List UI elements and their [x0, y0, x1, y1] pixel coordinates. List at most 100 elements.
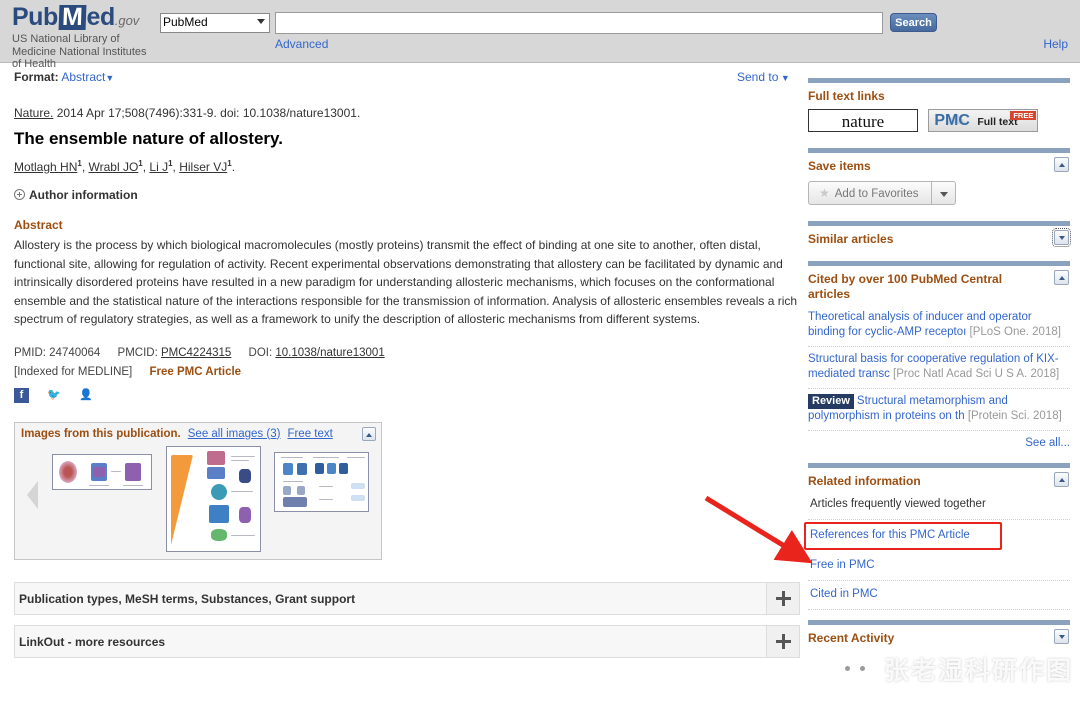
save-items-section: Save items ★ Add to Favorites [808, 148, 1070, 205]
cited-by-see-all-link[interactable]: See all... [808, 431, 1070, 449]
figure-thumbnail[interactable] [52, 453, 152, 490]
favorites-dropdown-button[interactable] [931, 181, 956, 205]
doi-link[interactable]: 10.1038/nature13001 [275, 347, 384, 359]
images-panel-header: Images from this publication. See all ima… [21, 428, 375, 440]
nature-full-text-button[interactable]: nature [808, 109, 918, 132]
annotation-arrow-icon [704, 495, 813, 564]
linkout-section[interactable]: LinkOut - more resources [14, 624, 800, 658]
figure-thumbnail[interactable] [274, 451, 369, 512]
format-value[interactable]: Abstract [61, 70, 105, 84]
database-select-value: PubMed [163, 15, 208, 29]
images-from-publication-panel: Images from this publication. See all ima… [14, 421, 382, 560]
search-button[interactable]: Search [890, 13, 937, 32]
facebook-icon[interactable]: f [14, 387, 29, 403]
cited-by-item-source: [PLoS One. 2018] [969, 326, 1061, 338]
star-icon: ★ [819, 186, 830, 200]
save-items-collapse-toggle[interactable] [1054, 157, 1069, 172]
review-badge: Review [808, 394, 854, 409]
linkout-label: LinkOut - more resources [19, 634, 166, 649]
cited-by-section: Cited by over 100 PubMed Central article… [808, 261, 1070, 449]
publication-types-section[interactable]: Publication types, MeSH terms, Substance… [14, 581, 800, 615]
figure-thumbnail[interactable] [166, 445, 261, 552]
logo-gov-text: .gov [114, 13, 140, 28]
author-information-label: Author information [29, 188, 138, 202]
recent-activity-section: Recent Activity [808, 620, 1070, 646]
citation-detail: 2014 Apr 17;508(7496):331-9. doi: 10.103… [53, 106, 361, 120]
full-text-links-section: Full text links nature PMC Full text FRE… [808, 78, 1070, 132]
format-selector[interactable]: Format: Abstract▼ [14, 70, 800, 84]
expand-plus-icon[interactable] [766, 582, 799, 614]
help-link[interactable]: Help [1043, 37, 1068, 51]
similar-articles-title: Similar articles [808, 232, 894, 246]
social-share-bar: f 🐦 👤 [14, 387, 800, 406]
google-plus-icon[interactable]: 👤 [78, 387, 94, 403]
pmc-free-badge: FREE [1010, 111, 1037, 120]
recent-activity-title: Recent Activity [808, 631, 895, 645]
section-divider [808, 620, 1070, 625]
similar-articles-expand-toggle[interactable] [1052, 228, 1071, 247]
author-affil-4[interactable]: 1 [227, 159, 231, 168]
section-divider [808, 78, 1070, 83]
section-divider [808, 221, 1070, 226]
carousel-prev-arrow-icon[interactable] [27, 480, 38, 509]
citation-line: Nature. 2014 Apr 17;508(7496):331-9. doi… [14, 106, 800, 120]
recent-activity-expand-toggle[interactable] [1054, 629, 1069, 644]
list-item[interactable]: Theoretical analysis of inducer and oper… [808, 305, 1070, 347]
search-input[interactable] [275, 12, 883, 34]
author-affil-3[interactable]: 1 [168, 159, 172, 168]
logo-ed-text: ed [86, 3, 116, 31]
related-item-cited-in-pmc[interactable]: Cited in PMC [808, 581, 1070, 610]
abstract-heading: Abstract [14, 218, 63, 232]
site-header: Pub Med.gov US National Library of Medici… [0, 0, 1080, 70]
author-affil-2[interactable]: 1 [138, 159, 142, 168]
author-affil-1[interactable]: 1 [77, 159, 81, 168]
cited-by-item-source: [Protein Sci. 2018] [967, 410, 1062, 422]
see-all-images-link[interactable]: See all images (3) [188, 428, 281, 440]
related-item-references-for-pmc-article[interactable]: References for this PMC Article [804, 522, 1002, 550]
list-item[interactable]: Review Structural metamorphism and polymo… [808, 389, 1070, 431]
logo-pub-text: Pub [12, 3, 58, 31]
author-link-1[interactable]: Motlagh HN [14, 160, 77, 174]
pubmed-logo[interactable]: Pub Med.gov US National Library of Medici… [12, 3, 162, 71]
database-select[interactable]: PubMed [160, 13, 270, 33]
author-link-4[interactable]: Hilser VJ [179, 160, 227, 174]
author-information-toggle[interactable]: Author information [14, 188, 800, 202]
cited-by-item-source: [Proc Natl Acad Sci U S A. 2018] [893, 368, 1060, 380]
nlm-tagline: US National Library of Medicine National… [12, 33, 147, 70]
section-divider [808, 463, 1070, 468]
related-item-free-in-pmc[interactable]: Free in PMC [808, 552, 1070, 581]
cited-by-collapse-toggle[interactable] [1054, 270, 1069, 285]
add-to-favorites-button[interactable]: ★ Add to Favorites [808, 181, 932, 205]
journal-link[interactable]: Nature. [14, 106, 53, 120]
related-information-collapse-toggle[interactable] [1054, 472, 1069, 487]
doi-label: DOI: [248, 346, 273, 359]
images-panel-title: Images from this publication. [21, 427, 181, 440]
identifier-line: PMID: 24740064 PMCID: PMC4224315 DOI: 10… [14, 347, 800, 359]
right-sidebar: Full text links nature PMC Full text FRE… [804, 78, 1071, 662]
twitter-icon[interactable]: 🐦 [46, 387, 62, 403]
similar-articles-section: Similar articles [808, 221, 1071, 247]
related-information-title: Related information [808, 474, 921, 488]
pmc-full-text-button[interactable]: PMC Full text FREE [928, 109, 1039, 132]
free-text-link[interactable]: Free text [287, 428, 332, 440]
author-link-3[interactable]: Li J [149, 160, 168, 174]
save-items-title: Save items [808, 159, 871, 173]
related-item-articles-viewed-together[interactable]: Articles frequently viewed together [808, 491, 1070, 520]
abstract-text: Allostery is the process by which biolog… [14, 238, 798, 326]
free-pmc-article-label[interactable]: Free PMC Article [149, 366, 241, 378]
section-divider [808, 261, 1070, 266]
section-divider [808, 148, 1070, 153]
logo-med-text: M [58, 3, 86, 31]
index-status-line: [Indexed for MEDLINE] Free PMC Article [14, 366, 800, 378]
image-carousel [21, 445, 375, 553]
indexed-status: [Indexed for MEDLINE] [14, 365, 133, 378]
pmcid-link[interactable]: PMC4224315 [161, 347, 231, 359]
related-information-section: Related information Articles frequently … [804, 463, 1070, 610]
author-link-2[interactable]: Wrabl JO [88, 160, 138, 174]
add-to-favorites-label: Add to Favorites [834, 188, 919, 200]
main-column: Format: Abstract▼ Nature. 2014 Apr 17;50… [14, 70, 800, 668]
images-panel-collapse-toggle[interactable] [362, 426, 376, 441]
list-item[interactable]: Structural basis for cooperative regulat… [808, 347, 1070, 389]
advanced-search-link[interactable]: Advanced [275, 37, 328, 51]
expand-plus-icon[interactable] [766, 625, 799, 657]
